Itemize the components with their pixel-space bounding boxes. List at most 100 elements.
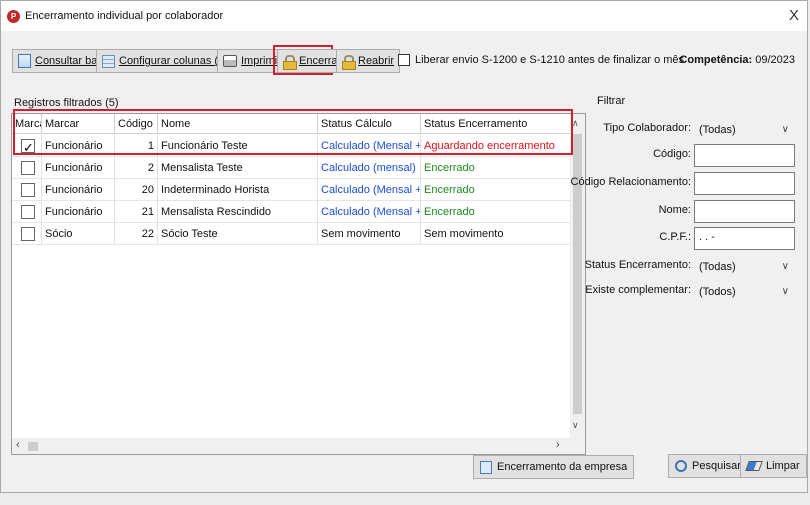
- table-row[interactable]: Funcionário 21 Mensalista Rescindido Calcul…: [12, 201, 572, 223]
- app-logo-icon: P: [7, 10, 20, 23]
- document-icon: [18, 54, 31, 68]
- competencia-indicator: Competência: 09/2023: [679, 54, 795, 66]
- grid-header: Marcar Marcar Código Nome Status Cálculo…: [12, 114, 572, 134]
- encerramento-empresa-label: Encerramento da empresa: [497, 461, 628, 473]
- cell-marcar: Funcionário: [42, 135, 115, 157]
- cell-marcar: Funcionário: [42, 179, 115, 201]
- codigo-relacionamento-input[interactable]: [694, 172, 795, 195]
- filter-existe-complementar: Existe complementar: (Todos) ∨: [585, 280, 805, 304]
- cell-codigo: 20: [115, 179, 158, 201]
- col-header-marcar-check[interactable]: Marcar: [12, 114, 42, 134]
- chevron-down-icon: ∨: [781, 124, 789, 135]
- cell-status-calculo: Calculado (Mensal + Compl: [318, 179, 421, 201]
- scroll-left-icon[interactable]: ‹: [16, 439, 20, 451]
- cell-status-encerramento: Aguardando encerramento: [421, 135, 571, 157]
- tipo-colaborador-label: Tipo Colaborador:: [603, 122, 691, 134]
- cell-codigo: 21: [115, 201, 158, 223]
- codigo-relacionamento-label: Código Relacionamento:: [570, 176, 691, 188]
- search-icon: [675, 460, 687, 472]
- cell-codigo: 1: [115, 135, 158, 157]
- cell-status-encerramento: Encerrado: [421, 201, 571, 223]
- table-row[interactable]: Funcionário 2 Mensalista Teste Calculado (m…: [12, 157, 572, 179]
- col-header-codigo[interactable]: Código: [115, 114, 158, 134]
- scroll-down-icon[interactable]: ∨: [572, 420, 579, 431]
- lock-icon: [283, 54, 297, 70]
- existe-complementar-value: (Todos): [699, 286, 736, 298]
- cell-nome: Sócio Teste: [158, 223, 318, 245]
- col-header-status-calculo[interactable]: Status Cálculo: [318, 114, 421, 134]
- cell-status-calculo: Calculado (Mensal + Compl: [318, 135, 421, 157]
- cpf-input[interactable]: . . -: [694, 227, 795, 250]
- row-checkbox[interactable]: [21, 205, 35, 219]
- cell-codigo: 2: [115, 157, 158, 179]
- existe-complementar-select[interactable]: (Todos) ∨: [694, 282, 795, 304]
- row-checkbox-cell: [12, 179, 42, 201]
- filtrar-group-label: Filtrar: [597, 95, 626, 107]
- status-encerramento-select[interactable]: (Todas) ∨: [694, 257, 795, 279]
- cell-marcar: Sócio: [42, 223, 115, 245]
- cell-status-encerramento: Encerrado: [421, 157, 571, 179]
- reabrir-label: Reabrir: [358, 55, 395, 67]
- records-grid[interactable]: Marcar Marcar Código Nome Status Cálculo…: [11, 113, 586, 455]
- printer-icon: [223, 55, 237, 67]
- row-checkbox[interactable]: [21, 137, 35, 157]
- vertical-scrollbar[interactable]: ∧ ∨: [570, 114, 585, 454]
- nome-input[interactable]: [694, 200, 795, 223]
- filter-status-encerramento: Status Encerramento: (Todas) ∨: [585, 255, 805, 279]
- pesquisar-label: Pesquisar: [692, 460, 741, 472]
- horizontal-scroll-thumb[interactable]: [28, 442, 38, 451]
- cell-nome: Mensalista Teste: [158, 157, 318, 179]
- cell-status-calculo: Calculado (mensal): [318, 157, 421, 179]
- table-row[interactable]: Funcionário1Funcionário TesteCalculado (…: [12, 135, 572, 157]
- encerrar-label: Encerrar: [299, 55, 342, 67]
- scroll-right-icon[interactable]: ›: [556, 439, 560, 451]
- cell-status-calculo: Sem movimento: [318, 223, 421, 245]
- codigo-input[interactable]: [694, 144, 795, 167]
- scroll-up-icon[interactable]: ∧: [572, 118, 579, 129]
- cell-status-encerramento: Sem movimento: [421, 223, 571, 245]
- cell-nome: Indeterminado Horista: [158, 179, 318, 201]
- existe-complementar-label: Existe complementar:: [585, 284, 691, 296]
- filter-nome: Nome:: [595, 200, 805, 224]
- chevron-down-icon: ∨: [781, 286, 789, 297]
- cell-marcar: Funcionário: [42, 157, 115, 179]
- eraser-icon: [745, 461, 763, 471]
- limpar-button[interactable]: Limpar: [740, 454, 807, 478]
- window-title: Encerramento individual por colaborador: [25, 10, 224, 22]
- row-checkbox-cell: [12, 135, 42, 157]
- col-header-status-encerramento[interactable]: Status Encerramento: [421, 114, 571, 134]
- tipo-colaborador-select[interactable]: (Todas) ∨: [694, 120, 795, 142]
- codigo-label: Código:: [653, 148, 691, 160]
- cell-marcar: Funcionário: [42, 201, 115, 223]
- cpf-label: C.P.F.:: [659, 231, 691, 243]
- document-icon: [480, 460, 492, 474]
- filter-cpf: C.P.F.: . . -: [595, 227, 805, 251]
- tipo-colaborador-value: (Todas): [699, 124, 736, 136]
- row-checkbox[interactable]: [21, 227, 35, 241]
- table-row[interactable]: Sócio 22 Sócio Teste Sem movimento Sem movim…: [12, 223, 572, 245]
- col-header-nome[interactable]: Nome: [158, 114, 318, 134]
- chevron-down-icon: ∨: [781, 261, 789, 272]
- liberar-envio-checkbox[interactable]: Liberar envio S-1200 e S-1210 antes de f…: [398, 54, 684, 66]
- row-checkbox-cell: [12, 157, 42, 179]
- cell-status-calculo: Calculado (Mensal + Compl: [318, 201, 421, 223]
- col-header-marcar[interactable]: Marcar: [42, 114, 115, 134]
- row-checkbox-cell: [12, 223, 42, 245]
- filter-codigo: Código:: [595, 144, 805, 168]
- row-checkbox-cell: [12, 201, 42, 223]
- table-row[interactable]: Funcionário 20 Indeterminado Horista Calcul…: [12, 179, 572, 201]
- pesquisar-button[interactable]: Pesquisar: [668, 454, 748, 478]
- row-checkbox[interactable]: [21, 183, 35, 197]
- encerramento-empresa-button[interactable]: Encerramento da empresa: [473, 455, 635, 479]
- liberar-envio-checkbox-box[interactable]: [398, 54, 410, 66]
- filter-tipo-colaborador: Tipo Colaborador: (Todas) ∨: [595, 118, 805, 142]
- nome-label: Nome:: [658, 204, 691, 216]
- title-bar: P Encerramento individual por colaborado…: [1, 1, 807, 31]
- status-encerramento-value: (Todas): [699, 261, 736, 273]
- horizontal-scrollbar[interactable]: ‹ ›: [12, 438, 572, 454]
- competencia-label: Competência:: [679, 54, 753, 66]
- reabrir-button[interactable]: Reabrir: [336, 49, 401, 73]
- row-checkbox[interactable]: [21, 161, 35, 175]
- close-button[interactable]: X: [789, 7, 799, 24]
- liberar-envio-label: Liberar envio S-1200 e S-1210 antes de f…: [415, 54, 685, 66]
